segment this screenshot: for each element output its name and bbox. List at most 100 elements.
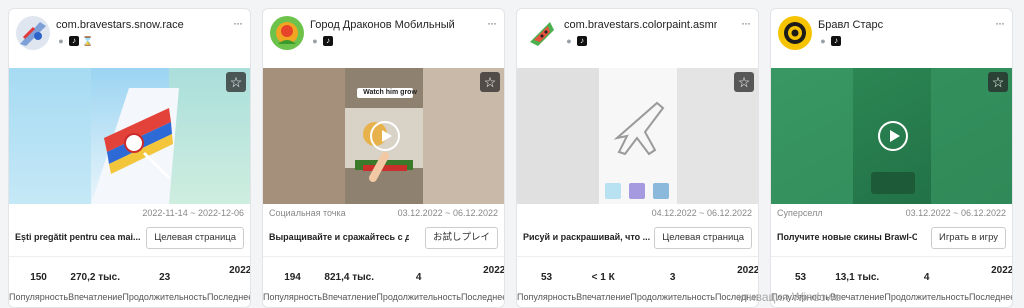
stat-duration: 3 Продолжительность <box>630 264 715 302</box>
stat-value: 53 <box>540 272 553 283</box>
cta-button[interactable]: お試しプレイ <box>424 227 498 249</box>
ad-headline: Ești pregătit pentru cea mai... <box>15 232 141 242</box>
ad-meta: 2022-11-14 ~ 2022-12-06 <box>15 208 244 220</box>
stat-last-seen: 2022-12-06 Последнее посещение <box>968 264 1013 302</box>
divider <box>263 256 504 257</box>
divider <box>9 256 250 257</box>
ad-video-thumbnail[interactable]: ☆ <box>9 68 250 204</box>
app-icon <box>524 16 558 50</box>
tiktok-icon: ♪ <box>577 36 587 46</box>
stat-duration: 23 Продолжительность <box>122 264 207 302</box>
tiktok-icon: ♪ <box>831 36 841 46</box>
platform-list: ● ♪ <box>818 36 841 46</box>
card-header: Бравл Старс ··· ● ♪ <box>771 9 1012 67</box>
stat-value: 23 <box>159 272 171 283</box>
stat-impressions: 270,2 тыс. Впечатление <box>68 264 122 302</box>
android-icon: ● <box>58 36 64 46</box>
tiktok-icon: ♪ <box>323 36 333 46</box>
app-icon <box>16 16 50 50</box>
cta-button[interactable]: Играть в игру <box>931 227 1006 249</box>
stat-label: Продолжительность <box>630 292 715 302</box>
stat-value: 53 <box>794 272 807 283</box>
ad-card[interactable]: com.bravestars.snow.race ··· ● ♪ ⌛ ☆ 202… <box>8 8 251 308</box>
app-name[interactable]: com.bravestars.snow.race <box>56 19 184 31</box>
stat-label: Впечатление <box>68 292 123 302</box>
ad-headline: Рисуй и раскрашивай, что ... <box>523 232 651 242</box>
ad-video-thumbnail[interactable]: ☆ <box>771 68 1012 204</box>
favorite-star-icon[interactable]: ☆ <box>226 72 246 92</box>
stat-label: Последнее посещение <box>206 292 251 302</box>
stat-last-seen: 2022-12-06 Последнее посещение <box>461 264 505 302</box>
ad-meta: Социальная точка 03.12.2022 ~ 06.12.2022 <box>269 208 498 220</box>
android-icon: ● <box>312 36 318 46</box>
stat-label: Последнее посещение <box>968 292 1013 302</box>
ad-headline: Выращивайте и сражайтесь с д... <box>269 232 409 242</box>
date-range: 04.12.2022 ~ 06.12.2022 <box>651 208 752 218</box>
stats-row: 53 Популярность < 1 К Впечатление 3 Продолж… <box>517 264 758 302</box>
stat-impressions: 821,4 тыс. Впечатление <box>322 264 376 302</box>
ad-meta: Суперселл 03.12.2022 ~ 06.12.2022 <box>777 208 1006 220</box>
stat-value: < 1 К <box>591 272 615 283</box>
ad-video-thumbnail[interactable]: ☆ <box>517 68 758 204</box>
app-name[interactable]: Бравл Старс <box>818 19 883 31</box>
play-icon[interactable] <box>877 121 908 151</box>
android-icon: ● <box>820 36 826 46</box>
stat-value: 150 <box>30 272 47 283</box>
card-header: Город Драконов Мобильный ··· ● ♪ <box>263 9 504 67</box>
app-name[interactable]: Город Драконов Мобильный <box>310 19 455 31</box>
date-range: 03.12.2022 ~ 06.12.2022 <box>397 208 498 218</box>
headline-row: Рисуй и раскрашивай, что ... Целевая стр… <box>523 227 752 249</box>
advertiser-name[interactable]: Суперселл <box>777 208 823 218</box>
stat-value: 821,4 тыс. <box>324 272 374 283</box>
stats-row: 150 Популярность 270,2 тыс. Впечатление 23… <box>9 264 250 302</box>
more-dots-icon[interactable]: ··· <box>741 16 751 30</box>
stat-label: Продолжительность <box>122 292 207 302</box>
stat-label: Впечатление <box>322 292 377 302</box>
more-dots-icon[interactable]: ··· <box>995 16 1005 30</box>
stat-value: 2022-12-06 <box>483 265 505 276</box>
ad-video-thumbnail[interactable]: Watch him grow ☆ <box>263 68 504 204</box>
advertiser-name[interactable]: Социальная точка <box>269 208 346 218</box>
stat-label: Продолжительность <box>376 292 461 302</box>
ad-headline: Получите новые скины Brawl-O... <box>777 232 917 242</box>
hourglass-icon: ⌛ <box>82 36 94 46</box>
divider <box>517 256 758 257</box>
stat-value: 3 <box>669 272 676 283</box>
video-caption: Watch him grow <box>363 89 417 96</box>
favorite-star-icon[interactable]: ☆ <box>988 72 1008 92</box>
stat-impressions: < 1 К Впечатление <box>576 264 630 302</box>
stat-last-seen: 2022-12-06 Последнее посещение <box>206 264 251 302</box>
cta-button[interactable]: Целевая страница <box>654 227 752 249</box>
stat-duration: 4 Продолжительность <box>884 264 969 302</box>
date-range: 2022-11-14 ~ 2022-12-06 <box>142 208 244 218</box>
stat-value: 270,2 тыс. <box>70 272 120 283</box>
cta-button[interactable]: Целевая страница <box>146 227 244 249</box>
tiktok-icon: ♪ <box>69 36 79 46</box>
stat-value: 13,1 тыс. <box>835 272 880 283</box>
stat-label: Популярность <box>517 292 577 302</box>
stat-popularity: 194 Популярность <box>263 264 322 302</box>
ad-card[interactable]: Бравл Старс ··· ● ♪ ☆ Суперселл 03.12.20… <box>770 8 1013 308</box>
stat-label: Популярность <box>9 292 69 302</box>
favorite-star-icon[interactable]: ☆ <box>480 72 500 92</box>
stat-duration: 4 Продолжительность <box>376 264 461 302</box>
headline-row: Получите новые скины Brawl-O... Играть в… <box>777 227 1006 249</box>
app-name[interactable]: com.bravestars.colorpaint.asmr <box>564 19 717 31</box>
play-icon[interactable] <box>369 121 400 151</box>
app-icon <box>778 16 812 50</box>
ad-card[interactable]: com.bravestars.colorpaint.asmr ··· ● ♪ ☆ <box>516 8 759 308</box>
stat-value: 2022-12-06 <box>737 265 759 276</box>
more-dots-icon[interactable]: ··· <box>487 16 497 30</box>
card-header: com.bravestars.colorpaint.asmr ··· ● ♪ <box>517 9 758 67</box>
date-range: 03.12.2022 ~ 06.12.2022 <box>905 208 1006 218</box>
more-dots-icon[interactable]: ··· <box>233 16 243 30</box>
headline-row: Выращивайте и сражайтесь с д... お試しプレイ <box>269 227 498 249</box>
favorite-star-icon[interactable]: ☆ <box>734 72 754 92</box>
headline-row: Ești pregătit pentru cea mai... Целевая … <box>15 227 244 249</box>
windows-activation-watermark: ктивация Windows <box>738 290 841 304</box>
ad-meta: 04.12.2022 ~ 06.12.2022 <box>523 208 752 220</box>
platform-list: ● ♪ <box>564 36 587 46</box>
android-icon: ● <box>566 36 572 46</box>
ad-card[interactable]: Город Драконов Мобильный ··· ● ♪ Watch h… <box>262 8 505 308</box>
stat-label: Продолжительность <box>884 292 969 302</box>
